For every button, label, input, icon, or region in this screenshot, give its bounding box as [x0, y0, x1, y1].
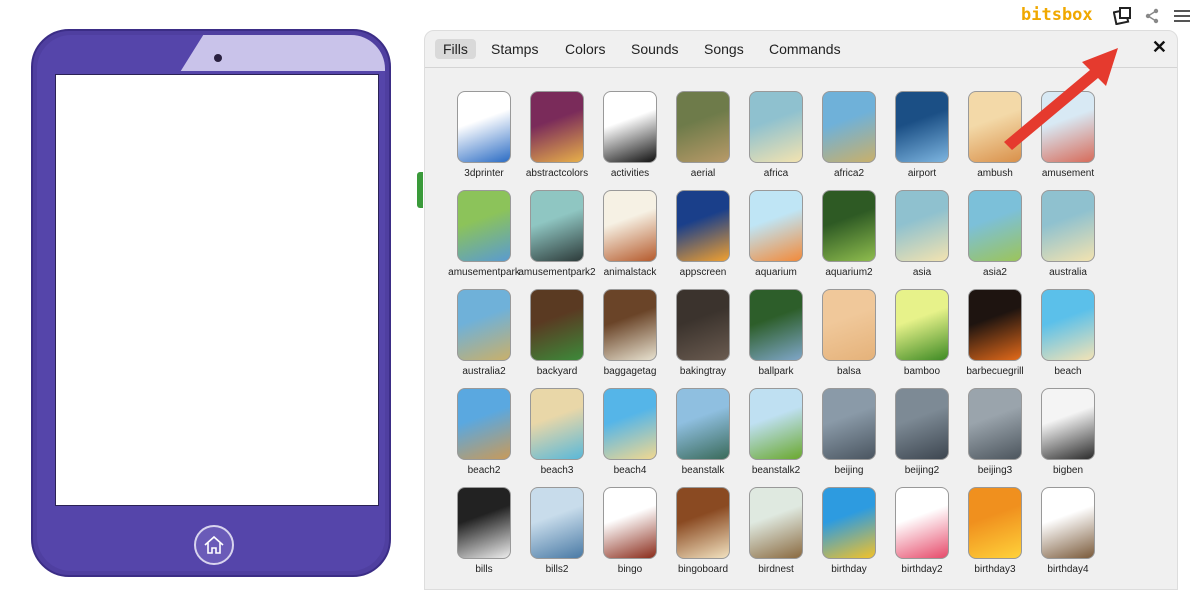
fill-thumbnail[interactable] — [676, 487, 730, 559]
fill-label: australia — [1049, 267, 1087, 278]
fill-label: bigben — [1052, 465, 1084, 476]
fill-thumbnail[interactable] — [895, 487, 949, 559]
fill-thumbnail[interactable] — [968, 91, 1022, 163]
tablet-camera — [214, 54, 222, 62]
fill-thumbnail[interactable] — [530, 289, 584, 361]
fill-thumbnail[interactable] — [530, 190, 584, 262]
fill-thumbnail[interactable] — [749, 190, 803, 262]
fill-thumbnail[interactable] — [457, 91, 511, 163]
fill-label: amusement — [1041, 168, 1095, 179]
tab-fills[interactable]: Fills — [435, 39, 476, 59]
resource-panel: Fills Stamps Colors Sounds Songs Command… — [424, 30, 1178, 590]
fill-thumbnail[interactable] — [457, 487, 511, 559]
fill-thumbnail[interactable] — [676, 289, 730, 361]
fill-thumbnail[interactable] — [822, 487, 876, 559]
fill-thumbnail[interactable] — [822, 190, 876, 262]
bitsbox-logo[interactable]: bitsbox — [1021, 5, 1093, 25]
home-button[interactable] — [194, 525, 234, 565]
fill-thumbnail[interactable] — [603, 289, 657, 361]
fill-label: birthday4 — [1047, 564, 1089, 575]
menu-icon[interactable] — [1174, 9, 1190, 23]
tab-stamps[interactable]: Stamps — [483, 39, 546, 59]
tablet-bezel — [37, 35, 385, 571]
fill-thumbnail[interactable] — [676, 190, 730, 262]
fill-thumbnail[interactable] — [822, 388, 876, 460]
fill-thumbnail[interactable] — [676, 388, 730, 460]
fill-thumbnail[interactable] — [822, 289, 876, 361]
fill-thumbnail[interactable] — [1041, 388, 1095, 460]
fill-item[interactable]: birthday4 — [1033, 487, 1103, 577]
fill-thumbnail[interactable] — [457, 289, 511, 361]
fill-item[interactable]: australia — [1033, 190, 1103, 280]
tab-colors[interactable]: Colors — [557, 39, 613, 59]
fill-thumbnail[interactable] — [676, 91, 730, 163]
fill-thumbnail[interactable] — [603, 190, 657, 262]
fill-thumbnail[interactable] — [895, 91, 949, 163]
fill-thumbnail[interactable] — [1041, 190, 1095, 262]
tablet-icon[interactable] — [1113, 7, 1133, 25]
fill-thumbnail[interactable] — [822, 91, 876, 163]
tab-sounds[interactable]: Sounds — [623, 39, 686, 59]
fill-thumbnail[interactable] — [1041, 91, 1095, 163]
fill-thumbnail[interactable] — [895, 289, 949, 361]
fill-thumbnail[interactable] — [968, 190, 1022, 262]
fill-thumbnail[interactable] — [530, 388, 584, 460]
fill-thumbnail[interactable] — [457, 388, 511, 460]
fill-thumbnail[interactable] — [530, 487, 584, 559]
fill-thumbnail[interactable] — [749, 91, 803, 163]
fill-thumbnail[interactable] — [895, 190, 949, 262]
fill-item[interactable]: beach — [1033, 289, 1103, 379]
fill-thumbnail[interactable] — [968, 487, 1022, 559]
tab-songs[interactable]: Songs — [696, 39, 752, 59]
tablet-sheen — [180, 35, 385, 71]
fill-thumbnail[interactable] — [530, 91, 584, 163]
panel-tabs: Fills Stamps Colors Sounds Songs Command… — [425, 31, 1177, 68]
tablet-screen[interactable] — [55, 74, 379, 506]
close-icon[interactable]: ✕ — [1152, 37, 1167, 58]
fill-thumbnail[interactable] — [1041, 487, 1095, 559]
fill-thumbnail[interactable] — [457, 190, 511, 262]
fill-label: beach — [1054, 366, 1082, 377]
fill-thumbnail[interactable] — [749, 487, 803, 559]
tab-commands[interactable]: Commands — [761, 39, 849, 59]
fill-thumbnail[interactable] — [603, 91, 657, 163]
fill-thumbnail[interactable] — [968, 289, 1022, 361]
fill-thumbnail[interactable] — [603, 388, 657, 460]
fill-item[interactable]: amusement — [1033, 91, 1103, 181]
fill-thumbnail[interactable] — [749, 388, 803, 460]
fill-item[interactable]: bigben — [1033, 388, 1103, 478]
home-icon — [204, 535, 224, 554]
panel-handle[interactable] — [417, 172, 423, 208]
fill-thumbnail[interactable] — [749, 289, 803, 361]
fill-thumbnail[interactable] — [968, 388, 1022, 460]
fill-thumbnail[interactable] — [603, 487, 657, 559]
share-icon[interactable] — [1144, 8, 1160, 24]
fill-thumbnail[interactable] — [1041, 289, 1095, 361]
fill-thumbnail[interactable] — [895, 388, 949, 460]
tablet-preview — [31, 29, 391, 577]
